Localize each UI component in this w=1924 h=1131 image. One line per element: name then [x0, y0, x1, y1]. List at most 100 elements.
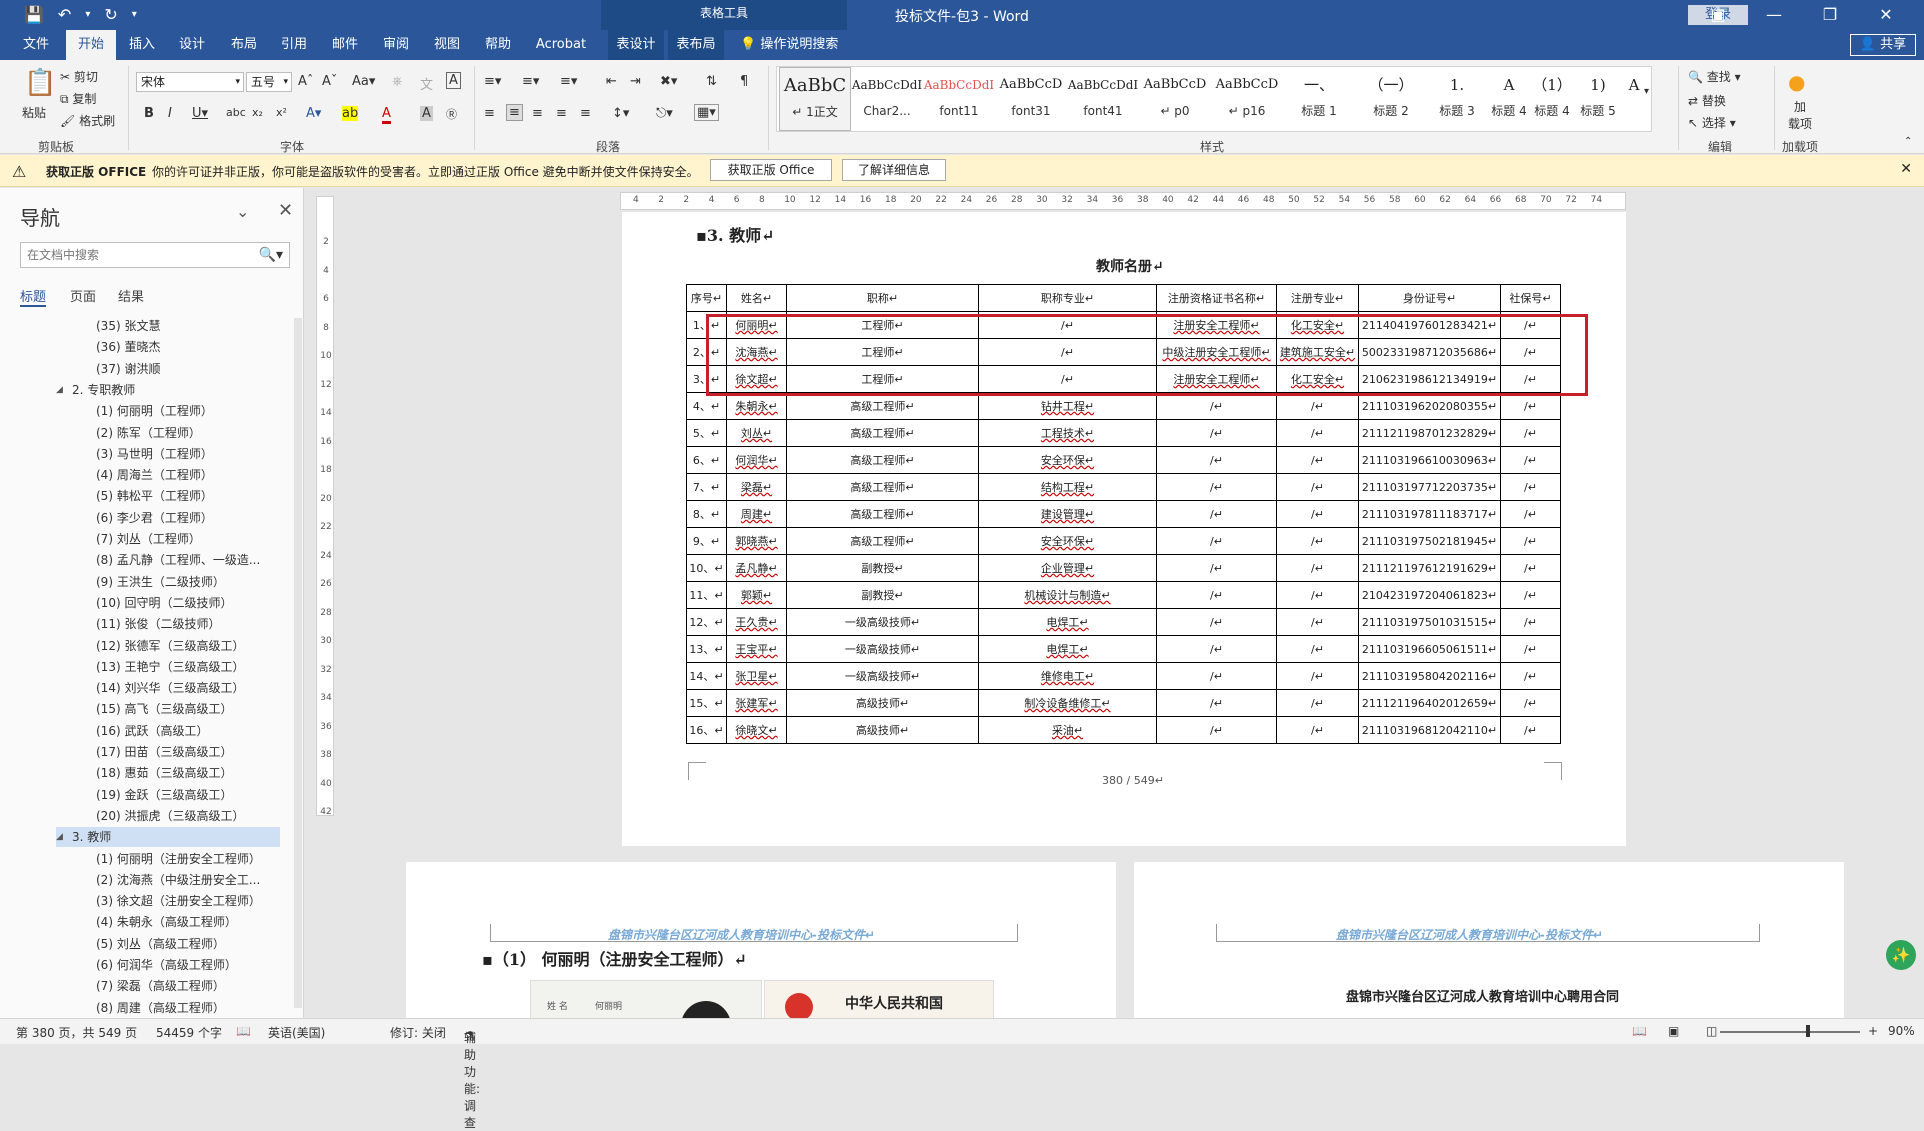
nav-tab-pages[interactable]: 页面 [70, 286, 96, 305]
nav-heading-item[interactable]: (3) 马世明（工程师） [66, 444, 280, 464]
bullets-icon[interactable]: ≡▾ [484, 74, 501, 89]
chevron-down-icon[interactable]: ▾ [85, 4, 90, 26]
table-header-cell[interactable]: 身份证号↵ [1358, 284, 1501, 312]
nav-heading-item[interactable]: (18) 惠茹（三级高级工） [66, 763, 280, 783]
bold-icon[interactable]: B [144, 106, 154, 121]
distributed-icon[interactable]: ≡ [580, 106, 591, 121]
style-item[interactable]: A 标题 4 [1489, 67, 1529, 131]
close-icon[interactable]: ✕ [278, 200, 293, 221]
nav-heading-item[interactable]: (12) 张德军（三级高级工） [66, 636, 280, 656]
style-item[interactable]: 一、 标题 1 [1283, 67, 1355, 131]
read-mode-icon[interactable]: 📖 [1632, 1024, 1647, 1038]
table-cell[interactable]: 高级技师↵ [786, 716, 979, 744]
table-cell[interactable]: /↵ [1156, 419, 1277, 447]
table-cell[interactable]: 副教授↵ [786, 554, 979, 582]
table-cell[interactable]: 工程技术↵ [978, 419, 1157, 447]
table-cell[interactable]: /↵ [978, 338, 1157, 366]
tab-help[interactable]: 帮助 [476, 30, 520, 60]
table-cell[interactable]: 1、↵ [686, 311, 727, 339]
nav-heading-item[interactable]: (17) 田苗（三级高级工） [66, 742, 280, 762]
table-cell[interactable]: 211121196402012659↵ [1358, 689, 1501, 717]
search-icon[interactable]: 🔍▾ [259, 243, 283, 267]
table-cell[interactable]: /↵ [1500, 608, 1561, 636]
collapse-ribbon-icon[interactable]: ⌃ [1904, 136, 1912, 147]
nav-heading-item[interactable]: (19) 金跃（三级高级工） [66, 785, 280, 805]
table-cell[interactable]: 注册安全工程师↵ [1156, 311, 1277, 339]
page-count-status[interactable]: 第 380 页，共 549 页 [16, 1024, 137, 1041]
table-cell[interactable]: 张卫星↵ [726, 662, 787, 690]
table-cell[interactable]: /↵ [1276, 554, 1359, 582]
table-cell[interactable]: /↵ [1276, 608, 1359, 636]
chevron-down-icon[interactable]: ⌄ [236, 202, 249, 221]
table-cell[interactable]: /↵ [978, 311, 1157, 339]
tab-layout[interactable]: 布局 [222, 30, 266, 60]
table-cell[interactable]: 王久贵↵ [726, 608, 787, 636]
font-name-box[interactable]: 宋体 ▾ [136, 72, 244, 92]
nav-tab-results[interactable]: 结果 [118, 286, 144, 305]
table-cell[interactable]: /↵ [1500, 581, 1561, 609]
asian-layout-icon[interactable]: ✖▾ [660, 74, 677, 89]
nav-heading-item[interactable]: (1) 何丽明（注册安全工程师） [66, 849, 280, 869]
table-cell[interactable]: 5、↵ [686, 419, 727, 447]
table-cell[interactable]: /↵ [1156, 446, 1277, 474]
style-item[interactable]: 1) 标题 5 [1575, 67, 1621, 131]
style-item[interactable]: （一） 标题 2 [1355, 67, 1427, 131]
customize-qat-icon[interactable]: ▾ [132, 4, 137, 26]
phonetic-guide-icon[interactable]: 文 [420, 74, 433, 93]
nav-heading-item[interactable]: (3) 徐文超（注册安全工程师） [66, 891, 280, 911]
strikethrough-icon[interactable]: abc [226, 106, 246, 119]
table-cell[interactable]: 211103197811183717↵ [1358, 500, 1501, 528]
tab-table-layout[interactable]: 表布局 [668, 30, 724, 60]
table-cell[interactable]: 企业管理↵ [978, 554, 1157, 582]
borders-icon[interactable]: ▦▾ [694, 104, 719, 121]
tab-insert[interactable]: 插入 [120, 30, 164, 60]
table-cell[interactable]: 15、↵ [686, 689, 727, 717]
table-cell[interactable]: 梁磊↵ [726, 473, 787, 501]
table-cell[interactable]: 工程师↵ [786, 311, 979, 339]
nav-heading-item[interactable]: (4) 周海兰（工程师） [66, 465, 280, 485]
align-left-icon[interactable]: ≡ [484, 106, 495, 121]
clear-formatting-icon[interactable]: ⎈ [392, 74, 402, 89]
track-changes-status[interactable]: 修订: 关闭 [390, 1024, 446, 1041]
table-cell[interactable]: 500233198712035686↵ [1358, 338, 1501, 366]
table-cell[interactable]: /↵ [978, 365, 1157, 393]
table-cell[interactable]: 8、↵ [686, 500, 727, 528]
table-cell[interactable]: /↵ [1156, 527, 1277, 555]
table-cell[interactable]: /↵ [1500, 419, 1561, 447]
table-cell[interactable]: 2、↵ [686, 338, 727, 366]
tab-table-design[interactable]: 表设计 [608, 30, 664, 60]
character-shading-icon[interactable]: A [420, 106, 433, 121]
format-painter-button[interactable]: 🖌 格式刷 [60, 112, 115, 129]
italic-icon[interactable]: I [168, 106, 172, 121]
table-cell[interactable]: /↵ [1500, 635, 1561, 663]
style-item[interactable]: AaBbC ↵ 1正文 [779, 67, 851, 131]
table-cell[interactable]: 结构工程↵ [978, 473, 1157, 501]
table-cell[interactable]: 安全环保↵ [978, 527, 1157, 555]
nav-tab-headings[interactable]: 标题 [20, 286, 47, 307]
nav-heading-item[interactable]: (37) 谢洪顺 [66, 359, 280, 379]
change-case-icon[interactable]: Aa▾ [352, 74, 375, 89]
save-icon[interactable]: 💾 [24, 4, 44, 26]
expand-triangle-icon[interactable]: ◢ [56, 832, 63, 842]
table-cell[interactable]: /↵ [1156, 554, 1277, 582]
proofing-icon[interactable]: 📖 [236, 1024, 251, 1038]
table-cell[interactable]: 13、↵ [686, 635, 727, 663]
table-cell[interactable]: 211103197712203735↵ [1358, 473, 1501, 501]
table-cell[interactable]: /↵ [1276, 635, 1359, 663]
style-item[interactable]: AaBbCcDdI font41 [1067, 67, 1139, 131]
table-cell[interactable]: 副教授↵ [786, 581, 979, 609]
paste-icon[interactable]: 📋 [24, 68, 56, 98]
table-cell[interactable]: 7、↵ [686, 473, 727, 501]
nav-heading-item[interactable]: (10) 回守明（二级技师） [66, 593, 280, 613]
nav-heading-item[interactable]: (16) 武跃（高级工） [66, 721, 280, 741]
table-cell[interactable]: 建筑施工安全↵ [1276, 338, 1359, 366]
table-cell[interactable]: 安全环保↵ [978, 446, 1157, 474]
nav-search-input[interactable]: 在文档中搜索 🔍▾ [20, 242, 290, 268]
table-cell[interactable]: 工程师↵ [786, 338, 979, 366]
table-cell[interactable]: /↵ [1156, 473, 1277, 501]
table-cell[interactable]: /↵ [1500, 338, 1561, 366]
table-cell[interactable]: 211103196605061511↵ [1358, 635, 1501, 663]
tell-me-search[interactable]: 💡 操作说明搜索 [740, 30, 838, 60]
table-cell[interactable]: 机械设计与制造↵ [978, 581, 1157, 609]
table-cell[interactable]: /↵ [1276, 500, 1359, 528]
